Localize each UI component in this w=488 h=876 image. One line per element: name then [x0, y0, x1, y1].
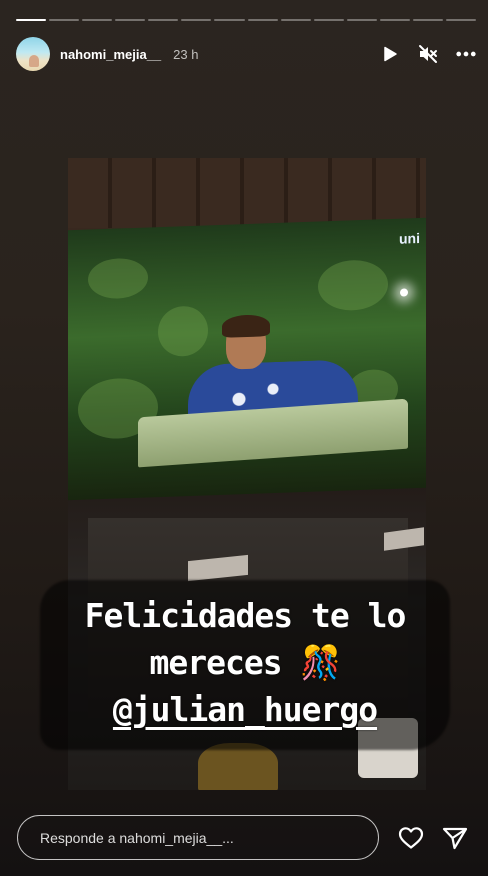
progress-segment [82, 19, 113, 21]
progress-segment [148, 19, 179, 21]
heart-icon[interactable] [397, 824, 425, 852]
progress-segment [214, 19, 245, 21]
story-caption: Felicidades te lo mereces 🎊 @julian_huer… [50, 592, 440, 733]
username[interactable]: nahomi_mejia__ [60, 47, 161, 62]
story-progress [16, 19, 477, 21]
send-icon[interactable] [441, 824, 469, 852]
story-header: nahomi_mejia__ 23 h [16, 36, 476, 72]
more-icon[interactable] [456, 44, 476, 64]
play-icon[interactable] [380, 44, 400, 64]
avatar[interactable] [16, 37, 50, 71]
progress-segment [49, 19, 80, 21]
progress-segment [412, 19, 444, 21]
caption-line-2: mereces 🎊 [149, 643, 341, 682]
post-time: 23 h [173, 46, 199, 62]
tv-channel-logo: uni [399, 229, 420, 247]
decor-statue [198, 743, 278, 790]
progress-segment [446, 19, 477, 21]
muted-icon[interactable] [418, 44, 438, 64]
progress-segment [16, 19, 47, 21]
wall-background [68, 158, 426, 228]
reply-input[interactable] [17, 815, 379, 860]
caption-mention[interactable]: @julian_huergo [50, 686, 440, 733]
header-controls [380, 44, 476, 64]
tv-light [400, 288, 408, 297]
progress-segment [313, 19, 344, 21]
progress-segment [379, 19, 410, 21]
caption-line-1: Felicidades te lo [84, 596, 407, 635]
progress-segment [115, 19, 146, 21]
progress-segment [346, 19, 377, 21]
progress-segment [181, 19, 212, 21]
avatar-figure [29, 55, 39, 67]
progress-segment [280, 19, 311, 21]
progress-segment [247, 19, 278, 21]
